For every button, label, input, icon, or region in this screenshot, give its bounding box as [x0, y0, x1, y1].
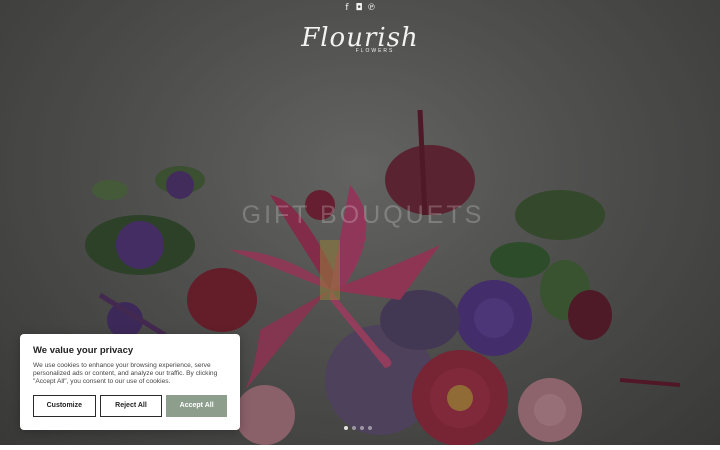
slider-dot[interactable]: [344, 426, 348, 430]
accept-all-button[interactable]: Accept All: [166, 394, 228, 417]
slider-dot[interactable]: [368, 426, 372, 430]
cookie-buttons: Customize Reject All Accept All: [33, 394, 228, 417]
instagram-icon[interactable]: ◘: [355, 3, 363, 13]
pinterest-icon[interactable]: ℗: [367, 3, 376, 13]
site-logo[interactable]: Flourish FLOWERS: [300, 24, 420, 54]
cookie-title: We value your privacy: [33, 345, 134, 356]
social-links: f ◘ ℗: [343, 3, 376, 13]
cookie-consent-banner: We value your privacy We use cookies to …: [20, 334, 240, 430]
slider-dot[interactable]: [352, 426, 356, 430]
slider-dot[interactable]: [360, 426, 364, 430]
customize-button[interactable]: Customize: [33, 394, 96, 417]
slider-dots: [344, 426, 372, 430]
cookie-body: We use cookies to enhance your browsing …: [33, 362, 218, 386]
facebook-icon[interactable]: f: [343, 3, 351, 13]
page-bottom-strip: [0, 445, 720, 450]
reject-all-button[interactable]: Reject All: [99, 394, 163, 417]
hero-caption: GIFT BOUQUETS: [241, 201, 485, 229]
